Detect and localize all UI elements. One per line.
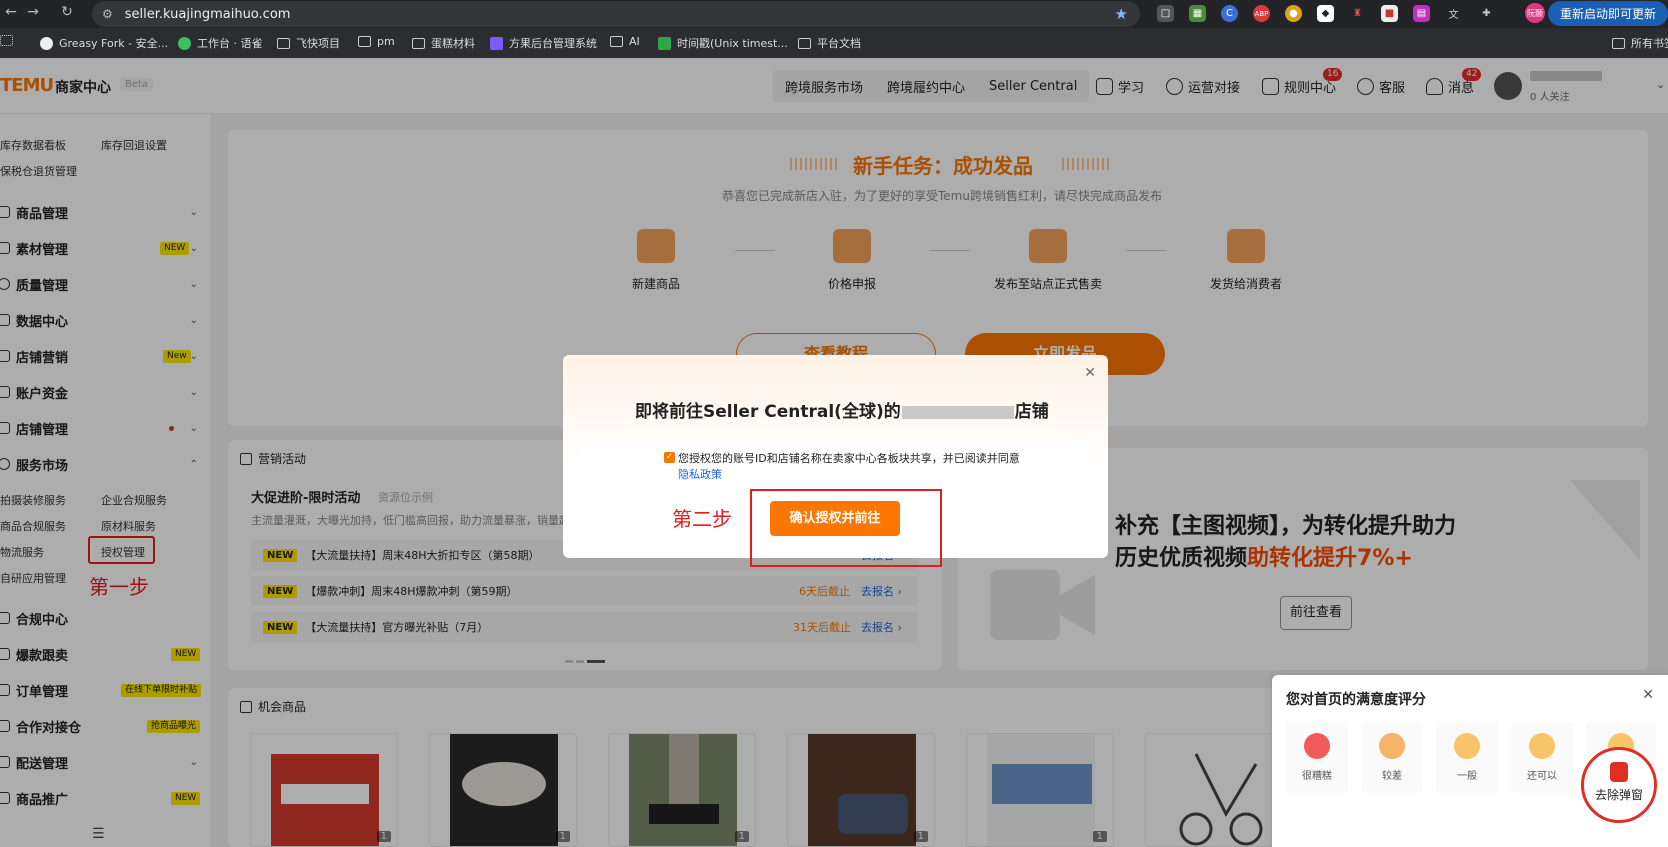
bookmark-folder[interactable]: 飞快项目	[277, 35, 340, 51]
remove-popup-button[interactable]: 去除弹窗	[1581, 747, 1657, 823]
bookmark-folder[interactable]: pm	[358, 35, 395, 48]
smile-face-icon	[1529, 733, 1555, 759]
extension-icon[interactable]: ▤	[1413, 5, 1430, 22]
restart-update-button[interactable]: 重新启动即可更新	[1547, 1, 1668, 26]
privacy-policy-link[interactable]: 隐私政策	[678, 466, 722, 482]
sad-face-icon	[1379, 733, 1405, 759]
extension-icon[interactable]: □	[1157, 5, 1174, 22]
extension-icon[interactable]: ▦	[1189, 5, 1206, 22]
survey-title: 您对首页的满意度评分	[1286, 692, 1426, 708]
bookmark-folder[interactable]: 所有书签	[1612, 35, 1668, 51]
bookmark-item[interactable]: 时间戳(Unix timest...	[658, 35, 788, 51]
bookmarks-bar: Greasy Fork - 安全... 工作台 · 语雀 飞快项目 pm 蛋糕材…	[0, 28, 1668, 58]
store-name-redacted	[901, 405, 1014, 419]
bookmark-folder[interactable]: 蛋糕材料	[412, 35, 475, 51]
consent-text: 您授权您的账号ID和店铺名称在卖家中心各板块共享，并已阅读并同意	[678, 452, 1020, 465]
rating-option[interactable]: 一般	[1436, 721, 1498, 793]
abp-icon[interactable]: ABP	[1253, 5, 1270, 22]
back-icon[interactable]: ←	[0, 4, 22, 20]
bookmark-item[interactable]: Greasy Fork - 安全...	[40, 35, 168, 51]
rating-option[interactable]: 较差	[1361, 721, 1423, 793]
consent-checkbox[interactable]: ✓	[664, 452, 675, 463]
angry-face-icon	[1304, 733, 1330, 759]
bookmark-item[interactable]: 方果后台管理系统	[490, 35, 597, 51]
site-info-icon[interactable]: ⚙	[102, 7, 113, 21]
rating-option[interactable]: 还可以	[1511, 721, 1573, 793]
remove-icon	[1610, 762, 1628, 782]
reload-icon[interactable]: ↻	[56, 4, 78, 20]
browser-toolbar: ← → ↻ ⚙ seller.kuajingmaihuo.com ★ □ ▦ C…	[0, 0, 1668, 28]
rating-option[interactable]: 很糟糕	[1286, 721, 1348, 793]
apps-grid-icon[interactable]	[0, 35, 19, 46]
step2-highlight-box	[750, 489, 942, 567]
forward-icon[interactable]: →	[22, 4, 44, 20]
puzzle-icon[interactable]: ✚	[1478, 5, 1495, 22]
extension-icon[interactable]: ●	[1285, 5, 1302, 22]
close-icon[interactable]: ✕	[1084, 365, 1096, 381]
neutral-face-icon	[1454, 733, 1480, 759]
bookmark-star-icon[interactable]: ★	[1115, 5, 1128, 23]
bookmark-item[interactable]: 工作台 · 语雀	[178, 35, 263, 51]
modal-title: 即将前往Seller Central(全球)的 店铺	[635, 402, 1049, 422]
profile-avatar[interactable]: 阮颢	[1525, 3, 1545, 23]
extension-icon[interactable]: ♜	[1349, 5, 1366, 22]
bookmark-folder[interactable]: AI	[610, 35, 640, 48]
chrome-icon[interactable]: C	[1221, 5, 1238, 22]
url-text: seller.kuajingmaihuo.com	[124, 6, 291, 22]
step2-annotation: 第二步	[672, 507, 732, 531]
extension-icon[interactable]: ◆	[1317, 5, 1334, 22]
bookmark-folder[interactable]: 平台文档	[798, 35, 861, 51]
translate-icon[interactable]: 文	[1445, 5, 1462, 22]
address-bar[interactable]: ⚙ seller.kuajingmaihuo.com ★	[92, 1, 1140, 27]
close-icon[interactable]: ✕	[1642, 687, 1654, 703]
extension-icon[interactable]: ■	[1381, 5, 1398, 22]
